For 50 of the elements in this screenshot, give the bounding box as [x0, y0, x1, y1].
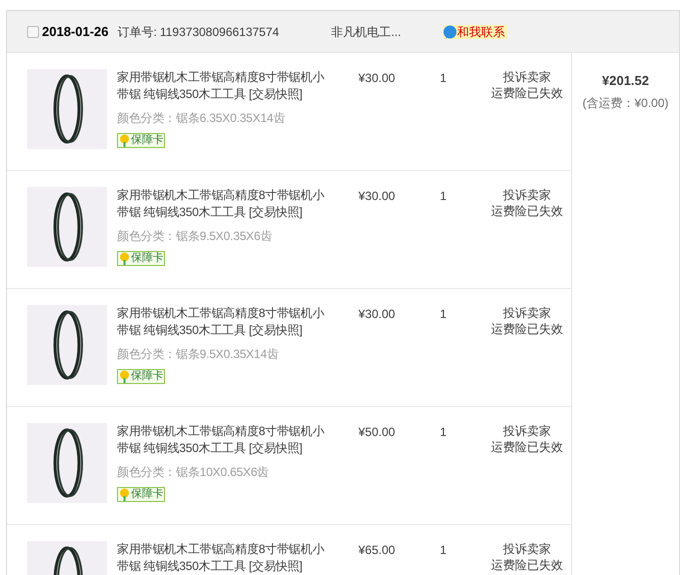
unit-price: ¥30.00 [358, 306, 396, 323]
flower-icon [118, 488, 131, 501]
order-number: 119373080966137574 [160, 24, 280, 40]
complaint-link[interactable]: 投诉卖家 [503, 187, 552, 203]
shipping-insurance-status: 运费险已失效 [491, 439, 564, 455]
product-title[interactable]: 家用带锯机木工带锯高精度8寸带锯机小带锯 纯铜线350木工工具 [交易快照] [117, 305, 334, 339]
order-date: 2018-01-26 [42, 22, 108, 41]
product-spec: 颜色分类：锯条9.5X0.35X6齿 [117, 228, 272, 245]
unit-price: ¥30.00 [358, 70, 396, 87]
quantity: 1 [440, 424, 448, 441]
product-spec: 颜色分类：锯条9.5X0.35X14齿 [117, 346, 279, 363]
product-title[interactable]: 家用带锯机木工带锯高精度8寸带锯机小带锯 纯铜线350木工工具 [交易快照] [117, 423, 334, 457]
unit-price: ¥30.00 [358, 188, 396, 205]
unit-price: ¥65.00 [358, 542, 396, 559]
quantity: 1 [440, 188, 448, 205]
shipping-insurance-status: 运费险已失效 [491, 557, 564, 573]
guarantee-badge[interactable]: 保障卡 [117, 487, 166, 502]
product-title[interactable]: 家用带锯机木工带锯高精度8寸带锯机小带锯 纯铜线350木工工具 [交易快照] [117, 69, 334, 103]
photo-placeholder[interactable] [27, 305, 107, 385]
photo-placeholder[interactable] [27, 423, 107, 503]
photo-placeholder[interactable] [27, 187, 107, 267]
complaint-link[interactable]: 投诉卖家 [503, 423, 552, 439]
complaint-link[interactable]: 投诉卖家 [503, 541, 552, 557]
order-total: ¥201.52 [602, 72, 649, 90]
product-spec: 颜色分类：锯条10X0.65X6齿 [117, 464, 269, 481]
complaint-link[interactable]: 投诉卖家 [503, 69, 552, 85]
shipping-insurance-status: 运费险已失效 [491, 85, 564, 101]
order-number-label: 订单号: [118, 24, 157, 40]
flower-icon [118, 252, 131, 265]
quantity: 1 [440, 306, 448, 323]
quantity: 1 [440, 542, 448, 559]
photo-placeholder[interactable] [27, 69, 107, 149]
product-spec: 颜色分类：锯条6.35X0.35X14齿 [117, 110, 286, 127]
guarantee-badge[interactable]: 保障卡 [117, 369, 166, 384]
chat-bubble-icon [443, 24, 458, 38]
order-checkbox[interactable] [27, 26, 39, 38]
shop-name[interactable]: 非凡机电工... [331, 22, 402, 40]
contact-seller-button[interactable]: 和我联系 [443, 24, 508, 38]
complaint-link[interactable]: 投诉卖家 [503, 305, 552, 321]
shipping-fee: (含运费：¥0.00) [582, 94, 669, 112]
shipping-insurance-status: 运费险已失效 [491, 321, 564, 337]
product-title[interactable]: 家用带锯机木工带锯高精度8寸带锯机小带锯 纯铜线350木工工具 [交易快照] [117, 541, 334, 575]
shipping-insurance-status: 运费险已失效 [491, 203, 564, 219]
product-title[interactable]: 家用带锯机木工带锯高精度8寸带锯机小带锯 纯铜线350木工工具 [交易快照] [117, 187, 334, 221]
flower-icon [118, 134, 131, 147]
unit-price: ¥50.00 [358, 424, 396, 441]
quantity: 1 [440, 70, 448, 87]
guarantee-badge[interactable]: 保障卡 [117, 251, 166, 266]
guarantee-badge[interactable]: 保障卡 [117, 133, 166, 148]
flower-icon [118, 370, 131, 383]
